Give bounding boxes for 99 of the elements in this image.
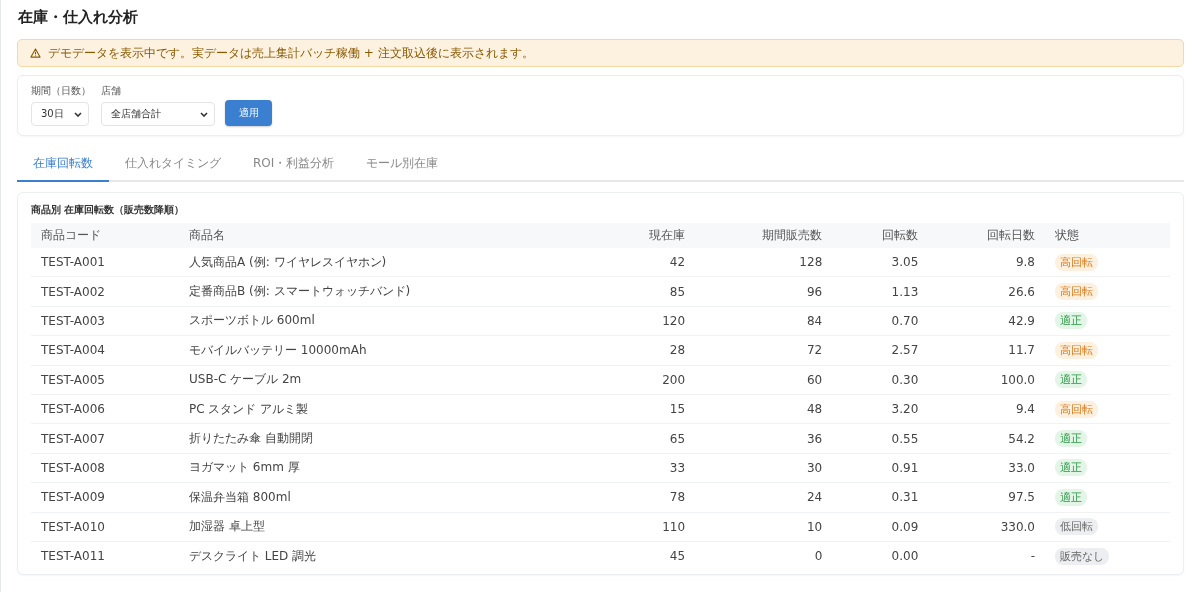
- column-header: 回転数: [882, 228, 919, 242]
- table-cell: 72: [807, 343, 823, 358]
- table-cell: デスクライト LED 調光: [189, 548, 317, 563]
- table-cell: 折りたたみ傘 自動開閉: [189, 431, 313, 446]
- warning-icon: [30, 48, 41, 58]
- table-cell: TEST-A008: [41, 460, 105, 475]
- table-cell: 15: [669, 402, 686, 417]
- status-badge: 適正: [1055, 312, 1087, 330]
- tab[interactable]: モール別在庫: [350, 150, 455, 182]
- table-cell: 0: [814, 549, 823, 564]
- table-cell: 97.5: [1008, 490, 1035, 505]
- table-cell: 0.30: [891, 372, 919, 387]
- table-cell: 60: [807, 372, 823, 387]
- table-cell: 54.2: [1008, 431, 1035, 446]
- table-cell: 78: [669, 490, 686, 505]
- table-cell: 65: [669, 431, 686, 446]
- table-cell: TEST-A009: [41, 490, 105, 505]
- table-title: 商品別 在庫回転数（販売数降順）: [31, 203, 186, 217]
- status-badge: 高回転: [1055, 400, 1098, 418]
- table-cell: 45: [669, 549, 686, 564]
- chevron-icon: [74, 111, 82, 117]
- chevron-icon: [200, 111, 208, 117]
- status-badge: 適正: [1055, 430, 1087, 448]
- table-cell: TEST-A010: [41, 519, 105, 534]
- column-header: 期間販売数: [762, 228, 823, 242]
- table-cell: 2.57: [891, 343, 919, 358]
- status-badge: 高回転: [1055, 283, 1098, 301]
- column-header: 商品名: [189, 228, 225, 242]
- page-title: 在庫・仕入れ分析: [18, 8, 139, 27]
- table-cell: 36: [807, 431, 823, 446]
- table-cell: 84: [807, 313, 823, 328]
- table-cell: 保温弁当箱 800ml: [189, 489, 291, 504]
- table-cell: 24: [807, 490, 823, 505]
- table-cell: 96: [807, 284, 823, 299]
- table-cell: 42: [669, 255, 686, 270]
- table-cell: スポーツボトル 600ml: [189, 313, 315, 328]
- table-cell: TEST-A006: [41, 402, 105, 417]
- table-cell: 85: [669, 284, 686, 299]
- table-cell: 11.7: [1008, 343, 1035, 358]
- table-cell: 0.70: [891, 313, 919, 328]
- column-header: 状態: [1055, 228, 1079, 242]
- table-cell: 加湿器 卓上型: [189, 519, 265, 534]
- table-cell: ヨガマット 6mm 厚: [189, 460, 300, 475]
- column-header: 現在庫: [649, 228, 686, 242]
- table-cell: 0.00: [891, 549, 919, 564]
- table-cell: 26.6: [1008, 284, 1035, 299]
- table-cell: 48: [807, 402, 823, 417]
- status-badge: 低回転: [1055, 518, 1098, 536]
- table-cell: 200: [662, 372, 686, 387]
- table-cell: TEST-A005: [41, 372, 105, 387]
- status-badge: 販売なし: [1055, 547, 1109, 565]
- tab[interactable]: 在庫回転数: [17, 150, 109, 182]
- table-cell: モバイルバッテリー 10000mAh: [189, 342, 367, 357]
- tab[interactable]: 仕入れタイミング: [109, 150, 237, 182]
- table-cell: 0.31: [891, 490, 919, 505]
- table-cell: 128: [799, 255, 823, 270]
- field-label: 期間（日数）: [31, 84, 91, 98]
- status-badge: 高回転: [1055, 253, 1098, 271]
- table-cell: -: [1030, 549, 1035, 564]
- table-cell: 定番商品B (例: スマートウォッチバンド): [189, 284, 411, 299]
- table-cell: 110: [662, 519, 686, 534]
- table-cell: 3.05: [891, 255, 919, 270]
- apply-button[interactable]: 適用: [225, 100, 272, 126]
- table-cell: 人気商品A (例: ワイヤレスイヤホン): [189, 254, 387, 269]
- status-badge: 適正: [1055, 371, 1087, 389]
- table-cell: 120: [662, 313, 686, 328]
- store-select[interactable]: 全店舗合計: [101, 102, 215, 126]
- table-cell: 30: [807, 460, 823, 475]
- table-cell: 0.09: [891, 519, 919, 534]
- table-cell: 1.13: [891, 284, 919, 299]
- table-cell: 42.9: [1008, 313, 1035, 328]
- table-cell: 10: [807, 519, 823, 534]
- table-cell: 33: [669, 460, 686, 475]
- field-label: 店舗: [101, 84, 122, 98]
- table-cell: TEST-A002: [41, 284, 105, 299]
- table-cell: 9.4: [1015, 402, 1035, 417]
- status-badge: 適正: [1055, 459, 1087, 477]
- table-cell: 3.20: [891, 402, 919, 417]
- table-cell: 0.55: [891, 431, 919, 446]
- status-badge: 高回転: [1055, 341, 1098, 359]
- table-cell: 0.91: [891, 460, 919, 475]
- notice-text: デモデータを表示中です。実データは売上集計バッチ稼働 + 注文取込後に表示されます。: [48, 44, 534, 62]
- table-cell: 9.8: [1015, 255, 1035, 270]
- table-cell: 28: [669, 343, 686, 358]
- table-cell: TEST-A004: [41, 343, 105, 358]
- period-select[interactable]: 30日: [31, 102, 89, 126]
- column-header: 商品コード: [41, 228, 101, 242]
- table-cell: TEST-A001: [41, 255, 105, 270]
- tab[interactable]: ROI・利益分析: [237, 150, 351, 182]
- status-badge: 適正: [1055, 488, 1087, 506]
- table-cell: USB-C ケーブル 2m: [189, 372, 302, 387]
- column-header: 回転日数: [987, 228, 1035, 242]
- table-cell: 330.0: [1000, 519, 1035, 534]
- table-cell: TEST-A007: [41, 431, 105, 446]
- table-cell: 100.0: [1000, 372, 1035, 387]
- table-cell: PC スタンド アルミ製: [189, 401, 309, 416]
- table-cell: TEST-A011: [41, 549, 105, 564]
- table-cell: 33.0: [1008, 460, 1035, 475]
- table-cell: TEST-A003: [41, 313, 105, 328]
